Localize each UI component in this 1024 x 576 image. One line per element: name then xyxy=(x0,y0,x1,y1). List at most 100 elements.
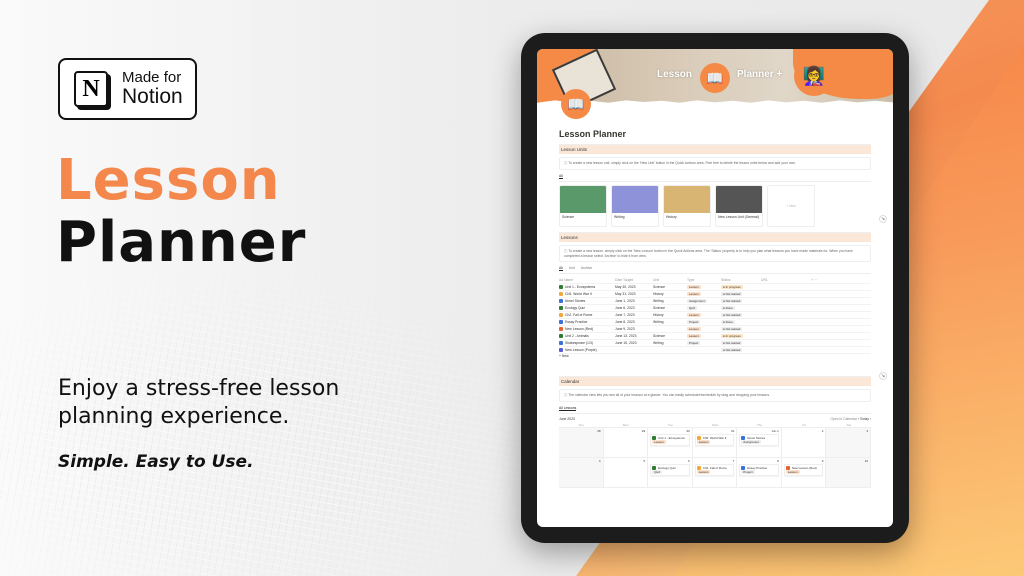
type-cell: Lesson xyxy=(687,334,721,339)
calendar-day-cell[interactable]: 2 xyxy=(781,428,827,459)
calendar-event[interactable]: Ecology Quiz Quiz xyxy=(650,464,690,477)
calendar-day-cell[interactable]: 9 New Lesson (Red) Lesson xyxy=(781,458,827,489)
unit-card[interactable]: History xyxy=(663,184,711,227)
calendar-event[interactable]: Unit 1 - Ecosystems Lesson xyxy=(650,434,690,447)
weekday-label: Sat xyxy=(846,423,851,428)
unit-card[interactable]: Writing xyxy=(611,184,659,227)
calendar-event[interactable]: Essay Practice Project xyxy=(739,464,779,477)
calendar-day-cell[interactable]: 3 xyxy=(826,428,871,459)
date-taught: June 1, 2023 xyxy=(615,299,635,304)
unit-relation[interactable]: Science xyxy=(653,285,687,289)
column-header[interactable]: Aa Name xyxy=(559,278,615,282)
table-row[interactable]: Shakespeare (1/3) June 15, 2023 Writing Pro… xyxy=(559,340,871,348)
type-tag: Assignment xyxy=(687,299,707,304)
lesson-name[interactable]: Unit 1 - Ecosystems xyxy=(559,285,615,290)
table-header-row: Aa Name Date Taught Unit Type Status URL + ⋯ xyxy=(559,277,871,285)
lesson-name[interactable]: Ecology Quiz xyxy=(559,306,615,311)
unit-relation[interactable]: History xyxy=(653,292,687,296)
table-row[interactable]: Ch5. World War II May 31, 2023 History Less… xyxy=(559,291,871,299)
status-tag: ● Not started xyxy=(721,341,743,346)
calendar-day-cell[interactable]: 31 Ch5. World War II Lesson xyxy=(692,428,738,459)
table-row[interactable]: Unit 2 - Animals June 13, 2023 Science Less… xyxy=(559,333,871,341)
type-cell: Lesson xyxy=(687,292,721,297)
table-row[interactable]: Ch2. Fall of Rome June 7, 2023 History Less… xyxy=(559,312,871,320)
event-tag: Project xyxy=(741,470,755,475)
type-tag: Lesson xyxy=(687,285,701,290)
calendar-day-cell[interactable]: 7 Ch2. Fall of Rome Lesson xyxy=(692,458,738,489)
lesson-name[interactable]: New Lesson (Purple) xyxy=(559,348,615,353)
tab-unit[interactable]: Unit xyxy=(569,266,575,271)
calendar-day-cell[interactable]: 6 Ecology Quiz Quiz xyxy=(648,458,693,489)
column-header[interactable]: Date Taught xyxy=(615,278,653,282)
today-button[interactable]: Today xyxy=(860,417,869,421)
unit-relation[interactable]: Writing xyxy=(653,341,687,345)
calendar-day-cell[interactable]: 4 xyxy=(559,458,604,489)
unit-relation[interactable]: Science xyxy=(653,334,687,338)
table-row[interactable]: Unit 1 - Ecosystems May 30, 2023 Science Le… xyxy=(559,284,871,292)
scroll-arrow-icon[interactable]: ↘ xyxy=(879,215,887,223)
tab-all[interactable]: All xyxy=(559,266,563,272)
column-header[interactable]: Unit xyxy=(653,278,687,282)
calendar-day-cell[interactable]: 28 xyxy=(559,428,604,459)
tab-all[interactable]: All xyxy=(559,174,563,179)
table-row[interactable]: Ecology Quiz June 6, 2023 Science Quiz ● Don… xyxy=(559,305,871,313)
calendar-day-cell[interactable]: 10 xyxy=(826,458,871,489)
calendar-event[interactable]: New Lesson (Red) Lesson xyxy=(783,464,824,477)
status-tag: ● In progress xyxy=(721,334,743,339)
new-lesson-button[interactable]: + New xyxy=(559,354,871,358)
day-number: 9 xyxy=(821,459,824,464)
unit-relation[interactable]: Writing xyxy=(653,299,687,303)
column-header[interactable]: Status xyxy=(721,278,761,282)
hero-tagline: Enjoy a stress-free lesson planning expe… xyxy=(58,376,340,429)
weekday-label: Thu xyxy=(756,423,763,428)
event-tag: Lesson xyxy=(652,440,666,445)
calendar-day-cell[interactable]: 5 xyxy=(603,458,649,489)
next-month-icon[interactable]: › xyxy=(870,417,871,421)
calendar-day-cell[interactable]: 29 xyxy=(603,428,649,459)
date-taught: June 13, 2023 xyxy=(615,334,637,339)
tab-all-lessons[interactable]: All Lessons xyxy=(559,406,577,412)
unit-relation[interactable]: Writing xyxy=(653,320,687,324)
lesson-name[interactable]: Unit 2 - Animals xyxy=(559,334,615,339)
date-taught: June 9, 2023 xyxy=(615,327,635,332)
lesson-name[interactable]: Ch5. World War II xyxy=(559,292,615,297)
unit-card[interactable]: Science xyxy=(559,184,607,227)
calendar-day-cell[interactable]: Jun 1 Novel Stories Assignment xyxy=(737,428,782,459)
lesson-name[interactable]: Novel Stories xyxy=(559,299,615,304)
date-taught: June 15, 2023 xyxy=(615,341,637,346)
add-column-icon[interactable]: + ⋯ xyxy=(811,278,841,282)
calendar-event[interactable]: Novel Stories Assignment xyxy=(739,434,779,447)
unit-relation[interactable]: Science xyxy=(653,306,687,310)
scroll-arrow-icon[interactable]: ↘ xyxy=(879,372,887,380)
unit-relation[interactable]: History xyxy=(653,313,687,317)
lesson-name[interactable]: Essay Practice xyxy=(559,320,615,325)
table-row[interactable]: New Lesson (Purple) ● Not started xyxy=(559,347,871,355)
new-unit-button[interactable]: + New xyxy=(767,184,815,227)
lesson-name[interactable]: New Lesson (Red) xyxy=(559,327,615,332)
lesson-name[interactable]: Ch2. Fall of Rome xyxy=(559,313,615,318)
table-row[interactable]: Essay Practice June 8, 2023 Writing Project… xyxy=(559,319,871,327)
date-taught: May 31, 2023 xyxy=(615,292,636,297)
tab-archive[interactable]: Archive xyxy=(581,266,592,271)
unit-card[interactable]: New Lesson Unit (General) xyxy=(715,184,763,227)
table-row[interactable]: Novel Stories June 1, 2023 Writing Assignme… xyxy=(559,298,871,306)
lesson-icon xyxy=(559,334,563,339)
page-book-icon[interactable]: 📖 xyxy=(561,89,591,119)
day-number: 31 xyxy=(730,429,735,434)
page-content: Lesson Planner Lesson Units ⓘ To create … xyxy=(559,129,871,489)
column-header[interactable]: URL xyxy=(761,278,811,282)
open-in-calendar-button[interactable]: Open in Calendar xyxy=(830,417,857,421)
lesson-name[interactable]: Shakespeare (1/3) xyxy=(559,341,615,346)
calendar-day-cell[interactable]: 8 Essay Practice Project xyxy=(737,458,782,489)
cover-title-word1: Lesson xyxy=(657,69,693,80)
status-cell: ● Not started xyxy=(721,299,761,304)
column-header[interactable]: Type xyxy=(687,278,721,282)
table-row[interactable]: New Lesson (Red) June 9, 2023 Lesson ● Not … xyxy=(559,326,871,334)
type-cell: Assignment xyxy=(687,299,721,304)
calendar-day-cell[interactable]: 30 Unit 1 - Ecosystems Lesson xyxy=(648,428,693,459)
page-cover: Lesson 📖 Planner + 👩‍🏫 xyxy=(537,49,893,111)
status-tag: ● Not started xyxy=(721,348,743,353)
calendar-event[interactable]: Ch2. Fall of Rome Lesson xyxy=(694,464,735,477)
calendar-event[interactable]: Ch5. World War II Lesson xyxy=(694,434,735,447)
lesson-icon xyxy=(559,348,563,353)
